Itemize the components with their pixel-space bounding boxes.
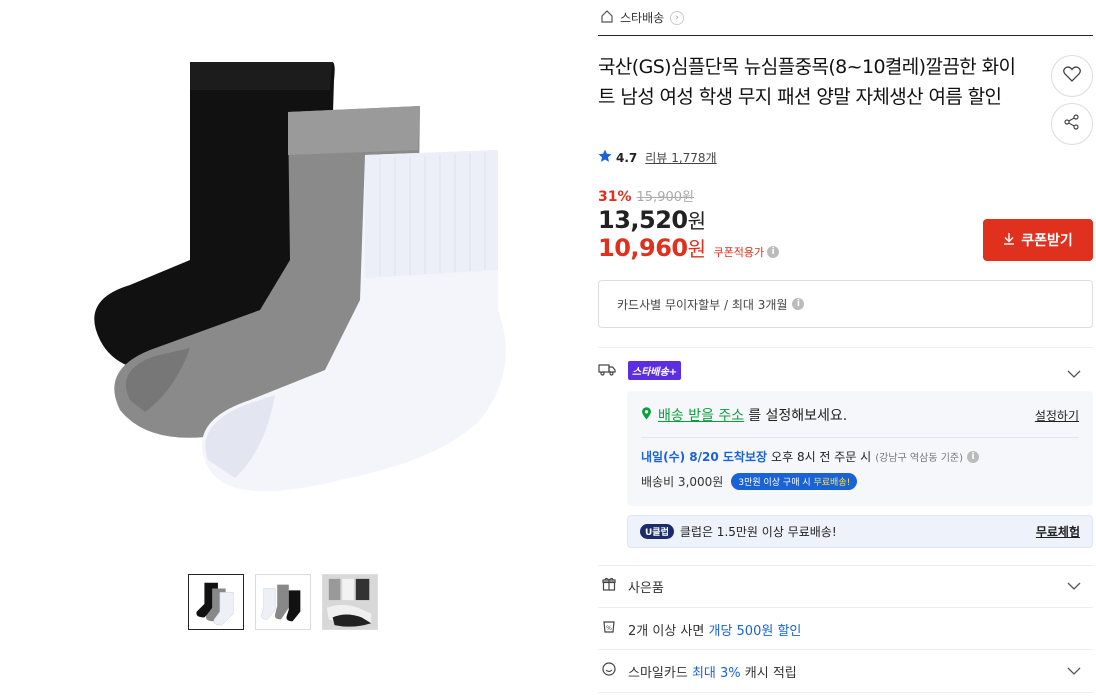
thumbnail-2[interactable] (255, 574, 311, 630)
chevron-down-icon[interactable] (1067, 665, 1081, 677)
sale-price-unit: 원 (687, 209, 706, 233)
star-icon (598, 149, 612, 166)
set-address-link[interactable]: 설정하기 (1035, 407, 1079, 424)
coupon-button-label: 쿠폰받기 (1021, 233, 1073, 249)
smile-card-icon (602, 662, 616, 680)
divider (598, 607, 1093, 608)
divider (598, 565, 1093, 566)
arrival-date: 내일(수) 8/20 도착보장 (641, 450, 768, 464)
multi-buy-text: 2개 이상 사면 개당 500원 할인 (628, 620, 801, 639)
review-link[interactable]: 리뷰 1,778개 (645, 149, 716, 166)
coupon-price: 10,960원 (598, 233, 706, 262)
heart-icon (1063, 66, 1081, 86)
location-pin-icon (641, 406, 652, 424)
thumbnail-list (188, 574, 378, 630)
card-installment-box: 카드사별 무이자할부 / 최대 3개월 i (598, 280, 1093, 328)
uclub-banner: U클럽 클럽은 1.5만원 이상 무료배송! 무료체험 (627, 515, 1093, 548)
shipping-fee: 배송비 3,000원 (641, 475, 724, 489)
free-trial-link[interactable]: 무료체험 (1036, 523, 1080, 540)
sale-price-number: 13,520 (598, 206, 688, 234)
seller-link[interactable]: 스타배송 › (598, 0, 1093, 36)
coupon-price-unit: 원 (687, 237, 706, 261)
main-product-image (40, 40, 540, 520)
coupon-price-row: 10,960원 쿠폰적용가 i (598, 233, 780, 262)
address-prompt: 를 설정해보세요. (748, 408, 848, 424)
sale-price: 13,520원 (598, 205, 706, 234)
shipping-row[interactable]: 스타배송+ (598, 358, 1093, 382)
address-link[interactable]: 배송 받을 주소 (658, 405, 744, 425)
product-info-panel: 스타배송 › 국산(GS)심플단목 뉴심플중목(8~10켤레)깔끔한 화이트 남… (598, 0, 1093, 693)
thumbnail-1[interactable] (188, 574, 244, 630)
smile-card-text: 스마일카드 최대 3% 캐시 적립 (628, 662, 797, 681)
star-delivery-badge: 스타배송+ (628, 360, 682, 380)
gift-icon (602, 577, 616, 595)
svg-text:%: % (606, 625, 612, 632)
multi-buy-prefix: 2개 이상 사면 (628, 623, 705, 639)
rating-row: 4.7 리뷰 1,778개 (598, 149, 717, 166)
smile-card-row[interactable]: 스마일카드 최대 3% 캐시 적립 (598, 659, 1093, 683)
info-icon[interactable]: i (792, 298, 805, 310)
discount-tag-icon: % (602, 620, 616, 638)
uclub-badge: U클럽 (640, 524, 674, 539)
arrival-basis: (강남구 역삼동 기준) (875, 453, 963, 464)
coupon-note-text: 쿠폰적용가 (713, 246, 765, 259)
coupon-download-button[interactable]: 쿠폰받기 (983, 219, 1093, 261)
free-pill-prefix: 3만원 이상 구매 시 (738, 478, 811, 488)
rating-score: 4.7 (616, 150, 638, 165)
smile-prefix: 스마일카드 (628, 665, 688, 681)
chevron-down-icon[interactable] (1067, 364, 1081, 378)
share-button[interactable] (1051, 103, 1093, 145)
share-icon (1063, 113, 1081, 135)
download-icon (1003, 232, 1015, 249)
coupon-price-number: 10,960 (598, 234, 688, 262)
arrival-info: 내일(수) 8/20 도착보장 오후 8시 전 주문 시 (강남구 역삼동 기준… (641, 448, 1079, 465)
info-icon[interactable]: i (967, 450, 979, 463)
thumbnail-3[interactable] (322, 574, 378, 630)
chevron-down-icon[interactable] (1067, 580, 1081, 592)
product-title: 국산(GS)심플단목 뉴심플중목(8~10켤레)깔끔한 화이트 남성 여성 학생… (598, 56, 1016, 108)
multi-buy-highlight: 개당 500원 할인 (708, 623, 802, 639)
smile-highlight: 최대 3% (691, 665, 741, 681)
review-label: 리뷰 (645, 151, 668, 165)
original-price: 15,900원 (636, 190, 694, 205)
discount-row: 31% 15,900원 (598, 186, 694, 205)
address-line: 배송 받을 주소 를 설정해보세요. 설정하기 (641, 405, 1079, 425)
truck-icon (598, 361, 616, 380)
gift-row[interactable]: 사은품 (598, 574, 1093, 598)
uclub-text: 클럽은 1.5만원 이상 무료배송! (679, 525, 837, 539)
shipping-fee-row: 배송비 3,000원 3만원 이상 구매 시 무료배송! (641, 473, 1079, 490)
discount-rate: 31% (598, 189, 632, 205)
review-count: 1,778개 (671, 151, 717, 165)
gift-label: 사은품 (628, 580, 664, 596)
coupon-note: 쿠폰적용가 i (714, 244, 780, 260)
free-pill-highlight: 무료배송! (813, 478, 851, 488)
home-icon (600, 9, 614, 26)
divider (598, 692, 1093, 693)
divider (598, 649, 1093, 650)
chevron-right-icon: › (670, 10, 685, 25)
divider (598, 347, 1093, 348)
free-shipping-pill: 3만원 이상 구매 시 무료배송! (731, 473, 858, 490)
arrival-condition: 오후 8시 전 주문 시 (771, 450, 872, 464)
wishlist-button[interactable] (1051, 55, 1093, 97)
smile-suffix: 캐시 적립 (744, 665, 797, 681)
multi-buy-discount-row: % 2개 이상 사면 개당 500원 할인 (598, 617, 1093, 641)
shipping-panel: 배송 받을 주소 를 설정해보세요. 설정하기 내일(수) 8/20 도착보장 … (627, 391, 1093, 506)
divider (641, 437, 1079, 438)
info-icon[interactable]: i (767, 246, 780, 258)
seller-name: 스타배송 (620, 11, 665, 25)
card-info-text: 카드사별 무이자할부 / 최대 3개월 (617, 297, 788, 312)
